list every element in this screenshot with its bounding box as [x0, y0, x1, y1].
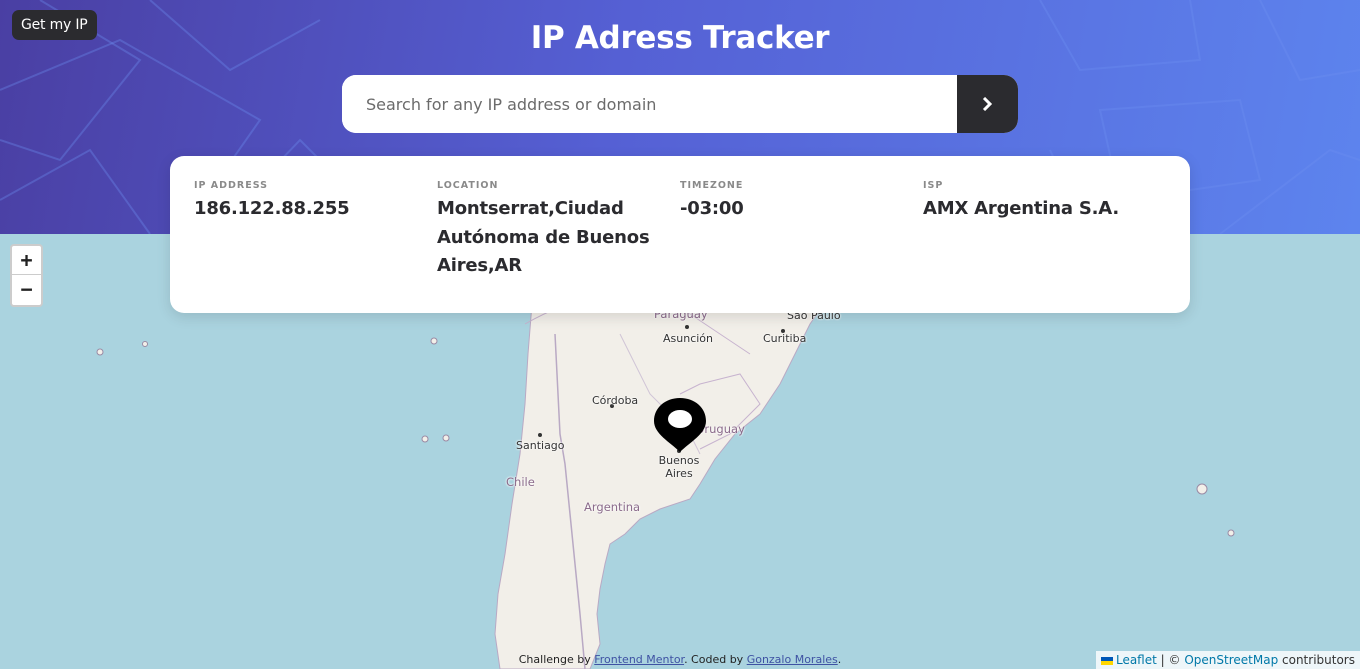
- search-submit-button[interactable]: [957, 75, 1018, 133]
- location-section: LOCATION Montserrat,Ciudad Autónoma de B…: [437, 180, 680, 313]
- timezone-value: -03:00: [680, 198, 744, 219]
- location-label: LOCATION: [437, 180, 499, 191]
- leaflet-link[interactable]: Leaflet: [1116, 653, 1157, 667]
- search-bar: [342, 75, 1018, 133]
- frontend-mentor-link[interactable]: Frontend Mentor: [594, 653, 684, 666]
- credit-middle: . Coded by: [684, 653, 744, 666]
- ip-info-card: IP ADDRESS 186.122.88.255 LOCATION Monts…: [170, 156, 1190, 313]
- author-link[interactable]: Gonzalo Morales: [747, 653, 838, 666]
- isp-value: AMX Argentina S.A.: [923, 198, 1120, 219]
- openstreetmap-link[interactable]: OpenStreetMap: [1184, 653, 1278, 667]
- map-label-buenos-aires-line1: Buenos: [658, 454, 700, 467]
- map-label-cordoba: Córdoba: [592, 394, 639, 407]
- attribution-contributors: contributors: [1282, 653, 1355, 667]
- map-label-asuncion: Asunción: [663, 332, 714, 345]
- zoom-out-button[interactable]: −: [12, 275, 41, 304]
- timezone-label: TIMEZONE: [680, 180, 744, 191]
- map-label-buenos-aires-line2: Aires: [665, 467, 693, 480]
- map-label-chile: Chile: [506, 475, 535, 489]
- zoom-control: + −: [10, 244, 43, 307]
- isp-section: ISP AMX Argentina S.A.: [923, 180, 1166, 313]
- map-attribution: Leaflet | © OpenStreetMap contributors: [1095, 651, 1360, 669]
- credit-prefix: Challenge by: [518, 653, 591, 666]
- ip-address-section: IP ADDRESS 186.122.88.255: [194, 180, 437, 313]
- ukraine-flag-icon: [1100, 657, 1113, 665]
- map-label-argentina: Argentina: [584, 500, 641, 514]
- location-marker-icon[interactable]: [652, 396, 708, 454]
- zoom-in-button[interactable]: +: [12, 246, 41, 275]
- ip-address-label: IP ADDRESS: [194, 180, 268, 191]
- timezone-section: TIMEZONE -03:00: [680, 180, 923, 313]
- map-label-santiago: Santiago: [516, 439, 565, 452]
- map-label-buenos-aires: Buenos Aires: [657, 454, 701, 480]
- page-title: IP Adress Tracker: [530, 20, 830, 56]
- map-label-curitiba: Curitiba: [763, 332, 807, 345]
- location-value: Montserrat,Ciudad Autónoma de Buenos Air…: [437, 198, 650, 276]
- isp-label: ISP: [923, 180, 944, 191]
- ip-address-value: 186.122.88.255: [194, 198, 350, 219]
- search-input[interactable]: [342, 75, 957, 133]
- attribution-separator: | ©: [1160, 653, 1181, 667]
- credit-suffix: .: [837, 653, 842, 666]
- chevron-right-icon: [982, 97, 993, 111]
